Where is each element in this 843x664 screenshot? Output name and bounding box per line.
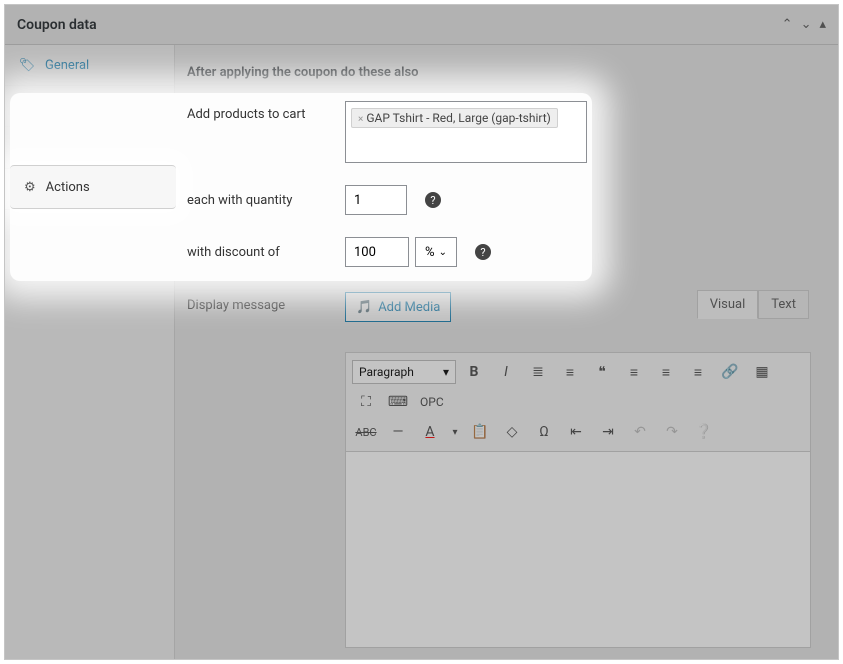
ban-icon: ⊘ bbox=[19, 98, 35, 114]
help-icon[interactable]: ? bbox=[425, 186, 441, 202]
opc-button[interactable]: OPC bbox=[416, 389, 448, 415]
number-list-icon[interactable]: ≡ bbox=[556, 359, 584, 385]
row-add-products: Add products to cart ×GAP Tshirt - Red, … bbox=[187, 102, 814, 164]
products-select[interactable]: ×GAP Tshirt - Red, Large (gap-tshirt) bbox=[345, 102, 587, 164]
label-display-message: Display message bbox=[187, 292, 327, 313]
link-icon[interactable]: 🔗 bbox=[716, 359, 744, 385]
sidebar-item-label: Usage restriction bbox=[45, 99, 143, 114]
redo-icon[interactable]: ↷ bbox=[658, 419, 686, 445]
paste-icon[interactable]: 📋 bbox=[466, 419, 494, 445]
section-heading: After applying the coupon do these also bbox=[187, 65, 814, 80]
token-text: GAP Tshirt - Red, Large (gap-tshirt) bbox=[366, 112, 551, 126]
remove-token-icon[interactable]: × bbox=[358, 115, 363, 126]
italic-icon[interactable]: I bbox=[492, 359, 520, 385]
chevron-down-icon: ⌄ bbox=[439, 248, 447, 259]
panel-title: Coupon data bbox=[17, 17, 782, 33]
sidebar-item-label: Usage limits bbox=[45, 140, 116, 155]
bullet-list-icon[interactable]: ≣ bbox=[524, 359, 552, 385]
tabs-sidebar: 🏷 General ⊘ Usage restriction ＋ Usage li… bbox=[5, 45, 175, 659]
coupon-data-panel: Coupon data ⌃ ⌄ ▴ 🏷 General ⊘ Usage rest… bbox=[4, 4, 839, 660]
sidebar-item-usage-restriction[interactable]: ⊘ Usage restriction bbox=[5, 86, 174, 127]
row-quantity: each with quantity ? bbox=[187, 186, 814, 216]
label-add-products: Add products to cart bbox=[187, 102, 327, 123]
undo-icon[interactable]: ↶ bbox=[626, 419, 654, 445]
textcolor-chevron-icon[interactable]: ▾ bbox=[448, 419, 462, 445]
bold-icon[interactable]: B bbox=[460, 359, 488, 385]
add-media-button[interactable]: 🎵 Add Media bbox=[345, 292, 451, 322]
row-display-message: Display message 🎵 Add Media Visual Text … bbox=[187, 292, 814, 648]
clear-format-icon[interactable]: ◇ bbox=[498, 419, 526, 445]
tab-visual[interactable]: Visual bbox=[697, 290, 759, 319]
editor-wrapper: 🎵 Add Media Visual Text Paragraph▾ B I ≣ bbox=[345, 292, 811, 648]
ticket-icon: 🏷 bbox=[19, 57, 35, 73]
move-up-icon[interactable]: ⌃ bbox=[782, 17, 793, 32]
help-icon[interactable]: ? bbox=[475, 238, 491, 254]
label-discount: with discount of bbox=[187, 238, 327, 259]
plus-icon: ＋ bbox=[19, 139, 35, 155]
sidebar-item-general[interactable]: 🏷 General bbox=[5, 45, 174, 86]
toggle-toolbar-icon[interactable]: ▦ bbox=[748, 359, 776, 385]
sidebar-item-label: Actions bbox=[45, 182, 89, 197]
chevron-down-icon: ▾ bbox=[443, 365, 449, 379]
gear-icon: ⚙ bbox=[19, 181, 35, 197]
indent-icon[interactable]: ⇥ bbox=[594, 419, 622, 445]
main-content: After applying the coupon do these also … bbox=[175, 45, 838, 659]
editor-help-icon[interactable]: ❔ bbox=[690, 419, 718, 445]
sidebar-item-actions[interactable]: ⚙ Actions bbox=[5, 168, 174, 210]
panel-header: Coupon data ⌃ ⌄ ▴ bbox=[5, 5, 838, 45]
move-down-icon[interactable]: ⌄ bbox=[801, 17, 812, 32]
align-right-icon[interactable]: ≡ bbox=[684, 359, 712, 385]
header-controls: ⌃ ⌄ ▴ bbox=[782, 17, 826, 32]
editor-tabs: Visual Text bbox=[697, 290, 809, 319]
outdent-icon[interactable]: ⇤ bbox=[562, 419, 590, 445]
hr-icon[interactable]: — bbox=[384, 419, 412, 445]
sidebar-item-usage-limits[interactable]: ＋ Usage limits bbox=[5, 127, 174, 168]
align-center-icon[interactable]: ≡ bbox=[652, 359, 680, 385]
label-quantity: each with quantity bbox=[187, 186, 327, 207]
quote-icon[interactable]: ❝ bbox=[588, 359, 616, 385]
align-left-icon[interactable]: ≡ bbox=[620, 359, 648, 385]
collapse-icon[interactable]: ▴ bbox=[819, 17, 826, 32]
strike-icon[interactable]: ABC bbox=[352, 419, 380, 445]
fullscreen-icon[interactable]: ⛶ bbox=[352, 389, 380, 415]
editor-textarea[interactable] bbox=[345, 452, 811, 648]
textcolor-icon[interactable]: A bbox=[416, 419, 444, 445]
keyboard-icon[interactable]: ⌨ bbox=[384, 389, 412, 415]
product-token[interactable]: ×GAP Tshirt - Red, Large (gap-tshirt) bbox=[351, 109, 558, 129]
special-char-icon[interactable]: Ω bbox=[530, 419, 558, 445]
media-icon: 🎵 bbox=[356, 300, 372, 315]
format-select[interactable]: Paragraph▾ bbox=[352, 360, 456, 384]
sidebar-item-label: General bbox=[45, 58, 89, 73]
row-discount: with discount of %⌄ ? bbox=[187, 238, 814, 268]
discount-unit-select[interactable]: %⌄ bbox=[415, 238, 457, 268]
tab-text[interactable]: Text bbox=[758, 290, 809, 319]
editor-toolbar: Paragraph▾ B I ≣ ≡ ❝ ≡ ≡ ≡ 🔗 ▦ bbox=[345, 352, 811, 452]
